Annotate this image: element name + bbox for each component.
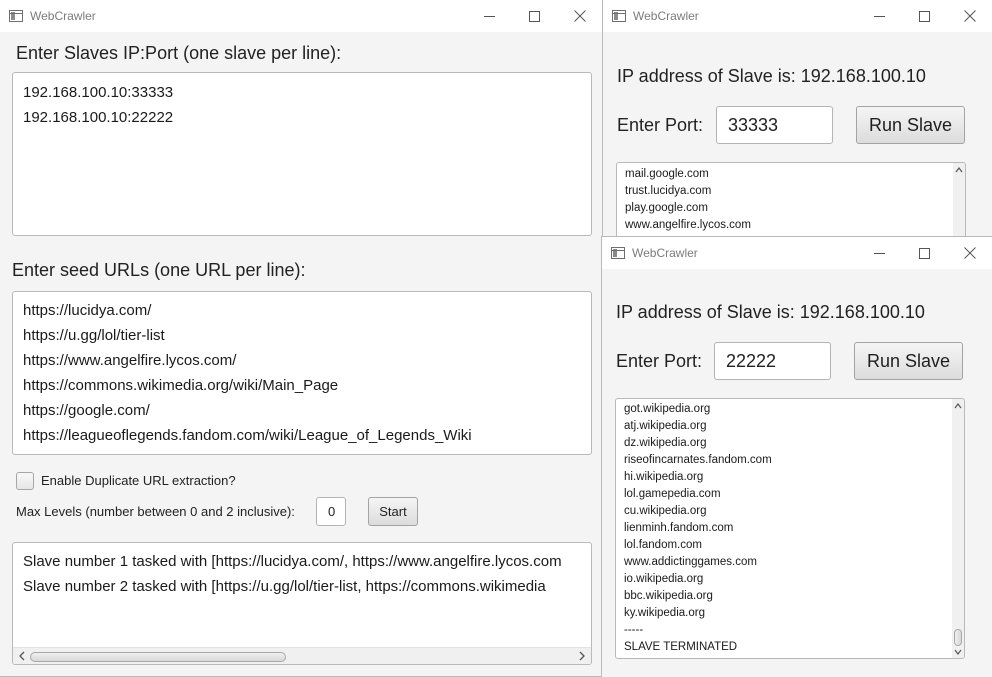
seed-line: https://google.com/ bbox=[23, 402, 150, 419]
close-button[interactable] bbox=[557, 0, 602, 32]
duplicate-label: Enable Duplicate URL extraction? bbox=[41, 473, 236, 488]
seed-line: https://u.gg/lol/tier-list bbox=[23, 327, 165, 344]
master-window: WebCrawler Enter Slaves IP:Port (one sla… bbox=[0, 0, 603, 677]
output-line: dz.wikipedia.org bbox=[624, 437, 707, 449]
maximize-icon bbox=[919, 247, 930, 259]
vertical-scroll-thumb[interactable] bbox=[954, 629, 962, 646]
maximize-button[interactable] bbox=[902, 237, 947, 269]
log-line: Slave number 2 tasked with [https://u.gg… bbox=[23, 578, 546, 595]
max-levels-input[interactable]: 0 bbox=[316, 497, 346, 526]
slave1-titlebar[interactable]: WebCrawler bbox=[603, 0, 992, 32]
seeds-label: Enter seed URLs (one URL per line): bbox=[12, 260, 306, 280]
scroll-left-icon[interactable] bbox=[17, 650, 27, 662]
output-line: www.angelfire.lycos.com bbox=[625, 219, 751, 231]
max-levels-label: Max Levels (number between 0 and 2 inclu… bbox=[16, 504, 295, 519]
close-button[interactable] bbox=[947, 237, 992, 269]
output-line: got.wikipedia.org bbox=[624, 403, 711, 415]
output-line: trust.lucidya.com bbox=[625, 185, 712, 197]
vertical-scrollbar[interactable] bbox=[952, 399, 964, 658]
start-button[interactable]: Start bbox=[368, 497, 418, 526]
window-title: WebCrawler bbox=[632, 246, 698, 260]
output-line: play.google.com bbox=[625, 202, 708, 214]
close-icon bbox=[963, 247, 976, 259]
output-line: atj.wikipedia.org bbox=[624, 420, 707, 432]
maximize-icon bbox=[919, 10, 930, 22]
app-window-icon bbox=[9, 10, 23, 22]
minimize-button[interactable] bbox=[467, 0, 512, 32]
slave2-output[interactable]: got.wikipedia.org atj.wikipedia.org dz.w… bbox=[615, 398, 965, 659]
run-slave-button[interactable]: Run Slave bbox=[854, 342, 963, 380]
maximize-button[interactable] bbox=[512, 0, 557, 32]
master-titlebar[interactable]: WebCrawler bbox=[0, 0, 602, 32]
slave1-window: WebCrawler IP address of Slave is: 192.1… bbox=[602, 0, 992, 240]
slave-line: 192.168.100.10:22222 bbox=[23, 109, 174, 126]
port-input[interactable]: 22222 bbox=[714, 342, 831, 380]
horizontal-scroll-thumb[interactable] bbox=[30, 652, 286, 662]
slave2-window: WebCrawler IP address of Slave is: 192.1… bbox=[601, 236, 992, 677]
output-line: mail.google.com bbox=[625, 168, 709, 180]
output-line: cu.wikipedia.org bbox=[624, 505, 707, 517]
output-line: www.addictinggames.com bbox=[624, 556, 757, 568]
slave-line: 192.168.100.10:33333 bbox=[23, 84, 174, 101]
output-line: SLAVE TERMINATED bbox=[624, 641, 738, 653]
seed-line: https://commons.wikimedia.org/wiki/Main_… bbox=[23, 377, 339, 394]
seeds-textarea[interactable]: https://lucidya.com/ https://u.gg/lol/ti… bbox=[12, 291, 592, 455]
minimize-icon bbox=[874, 252, 885, 254]
output-line: lol.gamepedia.com bbox=[624, 488, 721, 500]
app-window-icon bbox=[612, 10, 626, 22]
window-title: WebCrawler bbox=[30, 9, 96, 23]
port-input[interactable]: 33333 bbox=[716, 106, 833, 144]
output-line: riseofincarnates.fandom.com bbox=[624, 454, 772, 466]
run-slave-button[interactable]: Run Slave bbox=[856, 106, 965, 144]
vertical-scrollbar[interactable] bbox=[953, 163, 965, 239]
minimize-button[interactable] bbox=[857, 0, 902, 32]
scroll-down-icon[interactable] bbox=[952, 647, 964, 657]
ip-label: IP address of Slave is: 192.168.100.10 bbox=[616, 302, 925, 322]
port-label: Enter Port: bbox=[616, 351, 703, 371]
maximize-icon bbox=[529, 10, 540, 22]
slave2-titlebar[interactable]: WebCrawler bbox=[602, 237, 992, 269]
slaves-textarea[interactable]: 192.168.100.10:33333 192.168.100.10:2222… bbox=[12, 72, 592, 236]
scroll-right-icon[interactable] bbox=[577, 650, 587, 662]
slave1-output[interactable]: mail.google.com trust.lucidya.com play.g… bbox=[616, 162, 966, 239]
close-icon bbox=[963, 10, 976, 22]
output-line: lienminh.fandom.com bbox=[624, 522, 734, 534]
output-line: io.wikipedia.org bbox=[624, 573, 704, 585]
ip-label: IP address of Slave is: 192.168.100.10 bbox=[617, 66, 926, 86]
log-line: Slave number 1 tasked with [https://luci… bbox=[23, 553, 562, 570]
output-line: lol.fandom.com bbox=[624, 539, 702, 551]
close-icon bbox=[573, 10, 586, 22]
maximize-button[interactable] bbox=[902, 0, 947, 32]
log-textarea[interactable]: Slave number 1 tasked with [https://luci… bbox=[12, 542, 592, 665]
scroll-up-icon[interactable] bbox=[953, 165, 965, 175]
output-line: bbc.wikipedia.org bbox=[624, 590, 713, 602]
seed-line: https://lucidya.com/ bbox=[23, 302, 152, 319]
seed-line: https://www.angelfire.lycos.com/ bbox=[23, 352, 237, 369]
minimize-icon bbox=[874, 15, 885, 17]
port-label: Enter Port: bbox=[617, 115, 704, 135]
output-line: ----- bbox=[624, 624, 644, 636]
close-button[interactable] bbox=[947, 0, 992, 32]
minimize-icon bbox=[484, 15, 495, 17]
duplicate-checkbox[interactable] bbox=[16, 472, 34, 490]
slaves-label: Enter Slaves IP:Port (one slave per line… bbox=[16, 43, 342, 63]
scroll-up-icon[interactable] bbox=[952, 401, 964, 411]
window-title: WebCrawler bbox=[633, 9, 699, 23]
seed-line: https://leagueoflegends.fandom.com/wiki/… bbox=[23, 427, 472, 444]
app-window-icon bbox=[611, 247, 625, 259]
output-line: ky.wikipedia.org bbox=[624, 607, 705, 619]
minimize-button[interactable] bbox=[857, 237, 902, 269]
output-line: hi.wikipedia.org bbox=[624, 471, 704, 483]
horizontal-scrollbar[interactable] bbox=[13, 647, 591, 664]
